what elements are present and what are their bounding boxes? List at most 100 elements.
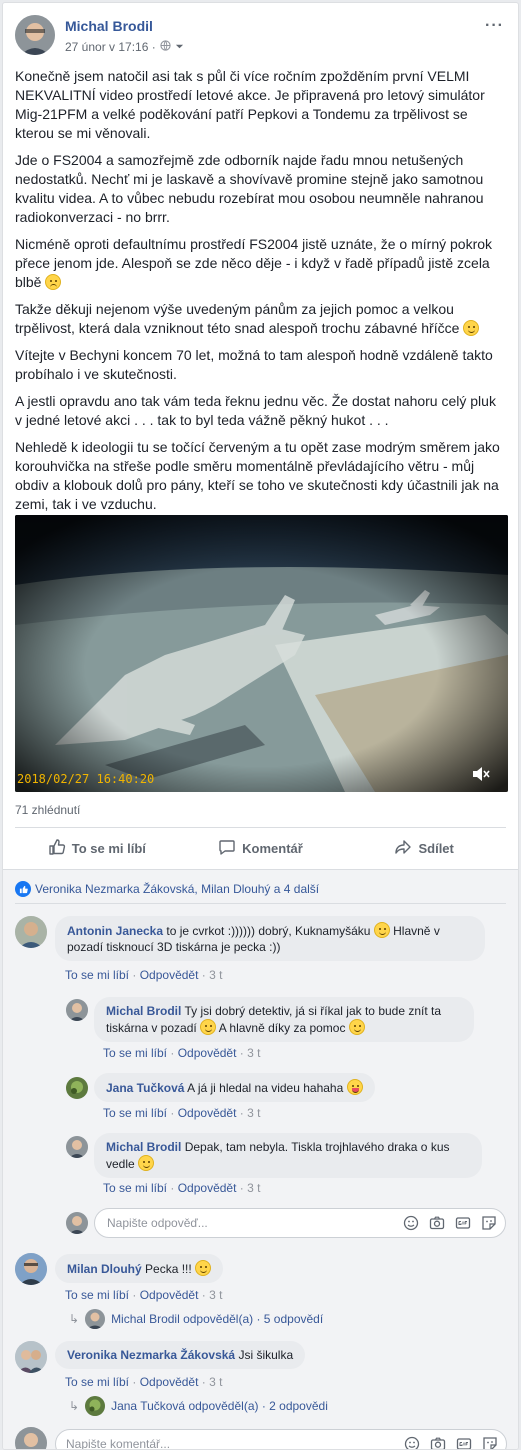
commenter-avatar[interactable]: [15, 916, 47, 948]
video-player[interactable]: 2018/02/27 16:40:20: [15, 515, 508, 792]
comment-reply-link[interactable]: Odpovědět: [178, 1181, 237, 1195]
comment-text: Jsi šikulka: [238, 1348, 294, 1362]
commenter-name[interactable]: Jana Tučková: [106, 1081, 184, 1095]
comment-bubble: Antonin Janecka to je cvrkot :)))))) dob…: [55, 916, 485, 961]
post-paragraph-text: Nicméně oproti defaultnímu prostředí FS2…: [15, 236, 493, 290]
separator: ·: [201, 968, 206, 982]
comment-reply-link[interactable]: Odpovědět: [178, 1106, 237, 1120]
comment-input[interactable]: [66, 1430, 336, 1449]
share-icon: [394, 838, 412, 859]
replies-summary-text: Michal Brodil odpověděl(a) · 5 odpovědí: [111, 1312, 324, 1326]
comment-bubble: Milan Dlouhý Pecka !!!: [55, 1254, 224, 1283]
comment-like-link[interactable]: To se mi líbí: [103, 1181, 167, 1195]
comment-like-link[interactable]: To se mi líbí: [103, 1106, 167, 1120]
share-button[interactable]: Sdílet: [342, 828, 506, 869]
commenter-avatar[interactable]: [66, 999, 88, 1021]
mute-icon[interactable]: [472, 766, 490, 782]
commenter-avatar[interactable]: [15, 1341, 47, 1373]
post-paragraph: A jestli opravdu ano tak vám teda řeknu …: [15, 393, 496, 428]
smile-emoji-icon: [195, 1260, 212, 1276]
comment-like-link[interactable]: To se mi líbí: [65, 1375, 129, 1389]
like-button[interactable]: To se mi líbí: [15, 828, 179, 869]
sticker-icon[interactable]: [482, 1436, 498, 1449]
post-paragraph: Nicméně oproti defaultnímu prostředí FS2…: [15, 235, 505, 292]
comment-text: A já ji hledal na videu hahaha: [187, 1081, 344, 1095]
globe-icon: [160, 40, 171, 54]
comment-actions: To se mi líbí · Odpovědět · 3 t: [65, 968, 222, 982]
commenter-name[interactable]: Milan Dlouhý: [67, 1262, 142, 1276]
comment-reply-link[interactable]: Odpovědět: [140, 968, 199, 982]
comment-actions: To se mi líbí · Odpovědět · 3 t: [65, 1375, 222, 1389]
reply-bubble: Michal Brodil Depak, tam nebyla. Tiskla …: [94, 1133, 482, 1178]
sticker-icon[interactable]: [481, 1215, 497, 1231]
replies-summary[interactable]: ↳ Michal Brodil odpověděl(a) · 5 odpověd…: [69, 1309, 323, 1329]
commenter-name[interactable]: Michal Brodil: [106, 1140, 181, 1154]
video-frame: [15, 515, 508, 792]
comment-label: Komentář: [242, 841, 303, 856]
commenter-name[interactable]: Michal Brodil: [106, 1004, 181, 1018]
reactions-summary[interactable]: Veronika Nezmarka Žákovská, Milan Dlouhý…: [15, 881, 319, 897]
replies-summary[interactable]: ↳ Jana Tučková odpověděl(a) · 2 odpovědi: [69, 1396, 328, 1416]
post-timestamp[interactable]: 27 únor v 17:16 ·: [65, 40, 156, 54]
camera-icon[interactable]: [429, 1215, 445, 1231]
comment-reply-link[interactable]: Odpovědět: [140, 1288, 199, 1302]
author-avatar[interactable]: [15, 15, 55, 55]
post-paragraph: Nehledě k ideologii tu se točící červený…: [15, 439, 500, 512]
commenter-avatar[interactable]: [66, 1136, 88, 1158]
comment-time[interactable]: 3 t: [209, 1375, 222, 1389]
commenter-name[interactable]: Antonin Janecka: [67, 924, 163, 938]
comment-like-link[interactable]: To se mi líbí: [65, 968, 129, 982]
comment-actions: To se mi líbí · Odpovědět · 3 t: [103, 1181, 260, 1195]
reply-arrow-icon: ↳: [69, 1312, 80, 1326]
commenter-avatar[interactable]: [15, 1253, 47, 1285]
separator: ·: [170, 1106, 175, 1120]
emoji-icon[interactable]: [403, 1215, 419, 1231]
separator: ·: [132, 1288, 137, 1302]
privacy-dropdown-icon[interactable]: [175, 40, 184, 54]
comment-actions: To se mi líbí · Odpovědět · 3 t: [103, 1106, 260, 1120]
smile-emoji-icon: [138, 1155, 155, 1171]
reactions-names: Veronika Nezmarka Žákovská, Milan Dlouhý…: [35, 882, 320, 896]
separator: ·: [201, 1375, 206, 1389]
post-text: Konečně jsem natočil asi tak s půl či ví…: [15, 67, 505, 522]
commenter-avatar[interactable]: [66, 1077, 88, 1099]
separator: ·: [170, 1046, 175, 1060]
reply-input[interactable]: [107, 1209, 353, 1237]
replies-summary-text: Jana Tučková odpověděl(a) · 2 odpovědi: [111, 1399, 328, 1413]
comment-time[interactable]: 3 t: [247, 1106, 260, 1120]
comment-reply-link[interactable]: Odpovědět: [140, 1375, 199, 1389]
comment-like-link[interactable]: To se mi líbí: [103, 1046, 167, 1060]
smile-emoji-icon: [463, 320, 480, 336]
commenter-name[interactable]: Veronika Nezmarka Žákovská: [67, 1348, 235, 1362]
post-paragraph: Konečně jsem natočil asi tak s půl či ví…: [15, 68, 485, 141]
thumbs-up-icon: [48, 838, 66, 859]
comment-time[interactable]: 3 t: [209, 1288, 222, 1302]
author-name[interactable]: Michal Brodil: [65, 18, 153, 34]
comment-actions: To se mi líbí · Odpovědět · 3 t: [103, 1046, 260, 1060]
gif-icon[interactable]: [456, 1436, 472, 1449]
comment-actions: To se mi líbí · Odpovědět · 3 t: [65, 1288, 222, 1302]
comment-bubble: Veronika Nezmarka Žákovská Jsi šikulka: [55, 1341, 306, 1369]
emoji-icon[interactable]: [404, 1436, 420, 1449]
gif-icon[interactable]: [455, 1215, 471, 1231]
comment-time[interactable]: 3 t: [247, 1181, 260, 1195]
comment-button[interactable]: Komentář: [179, 828, 343, 869]
input-icons: [404, 1436, 498, 1449]
comment-time[interactable]: 3 t: [247, 1046, 260, 1060]
separator: ·: [239, 1106, 244, 1120]
comment-text: to je cvrkot :)))))) dobrý, Kuknamyšáku: [166, 924, 371, 938]
comment-like-link[interactable]: To se mi líbí: [65, 1288, 129, 1302]
comment-reply-link[interactable]: Odpovědět: [178, 1046, 237, 1060]
confused-emoji-icon: [45, 274, 62, 290]
more-options-icon[interactable]: ···: [485, 17, 504, 35]
separator: ·: [170, 1181, 175, 1195]
camera-icon[interactable]: [430, 1436, 446, 1449]
post-paragraph: Takže děkuji nejenom výše uvedeným pánům…: [15, 300, 505, 338]
separator: ·: [239, 1046, 244, 1060]
comment-time[interactable]: 3 t: [209, 968, 222, 982]
post-meta: 27 únor v 17:16 ·: [65, 40, 184, 54]
input-icons: [403, 1215, 497, 1231]
separator: ·: [132, 968, 137, 982]
reply-author-avatar: [85, 1396, 106, 1416]
post-header: Michal Brodil 27 únor v 17:16 · ···: [15, 15, 506, 59]
